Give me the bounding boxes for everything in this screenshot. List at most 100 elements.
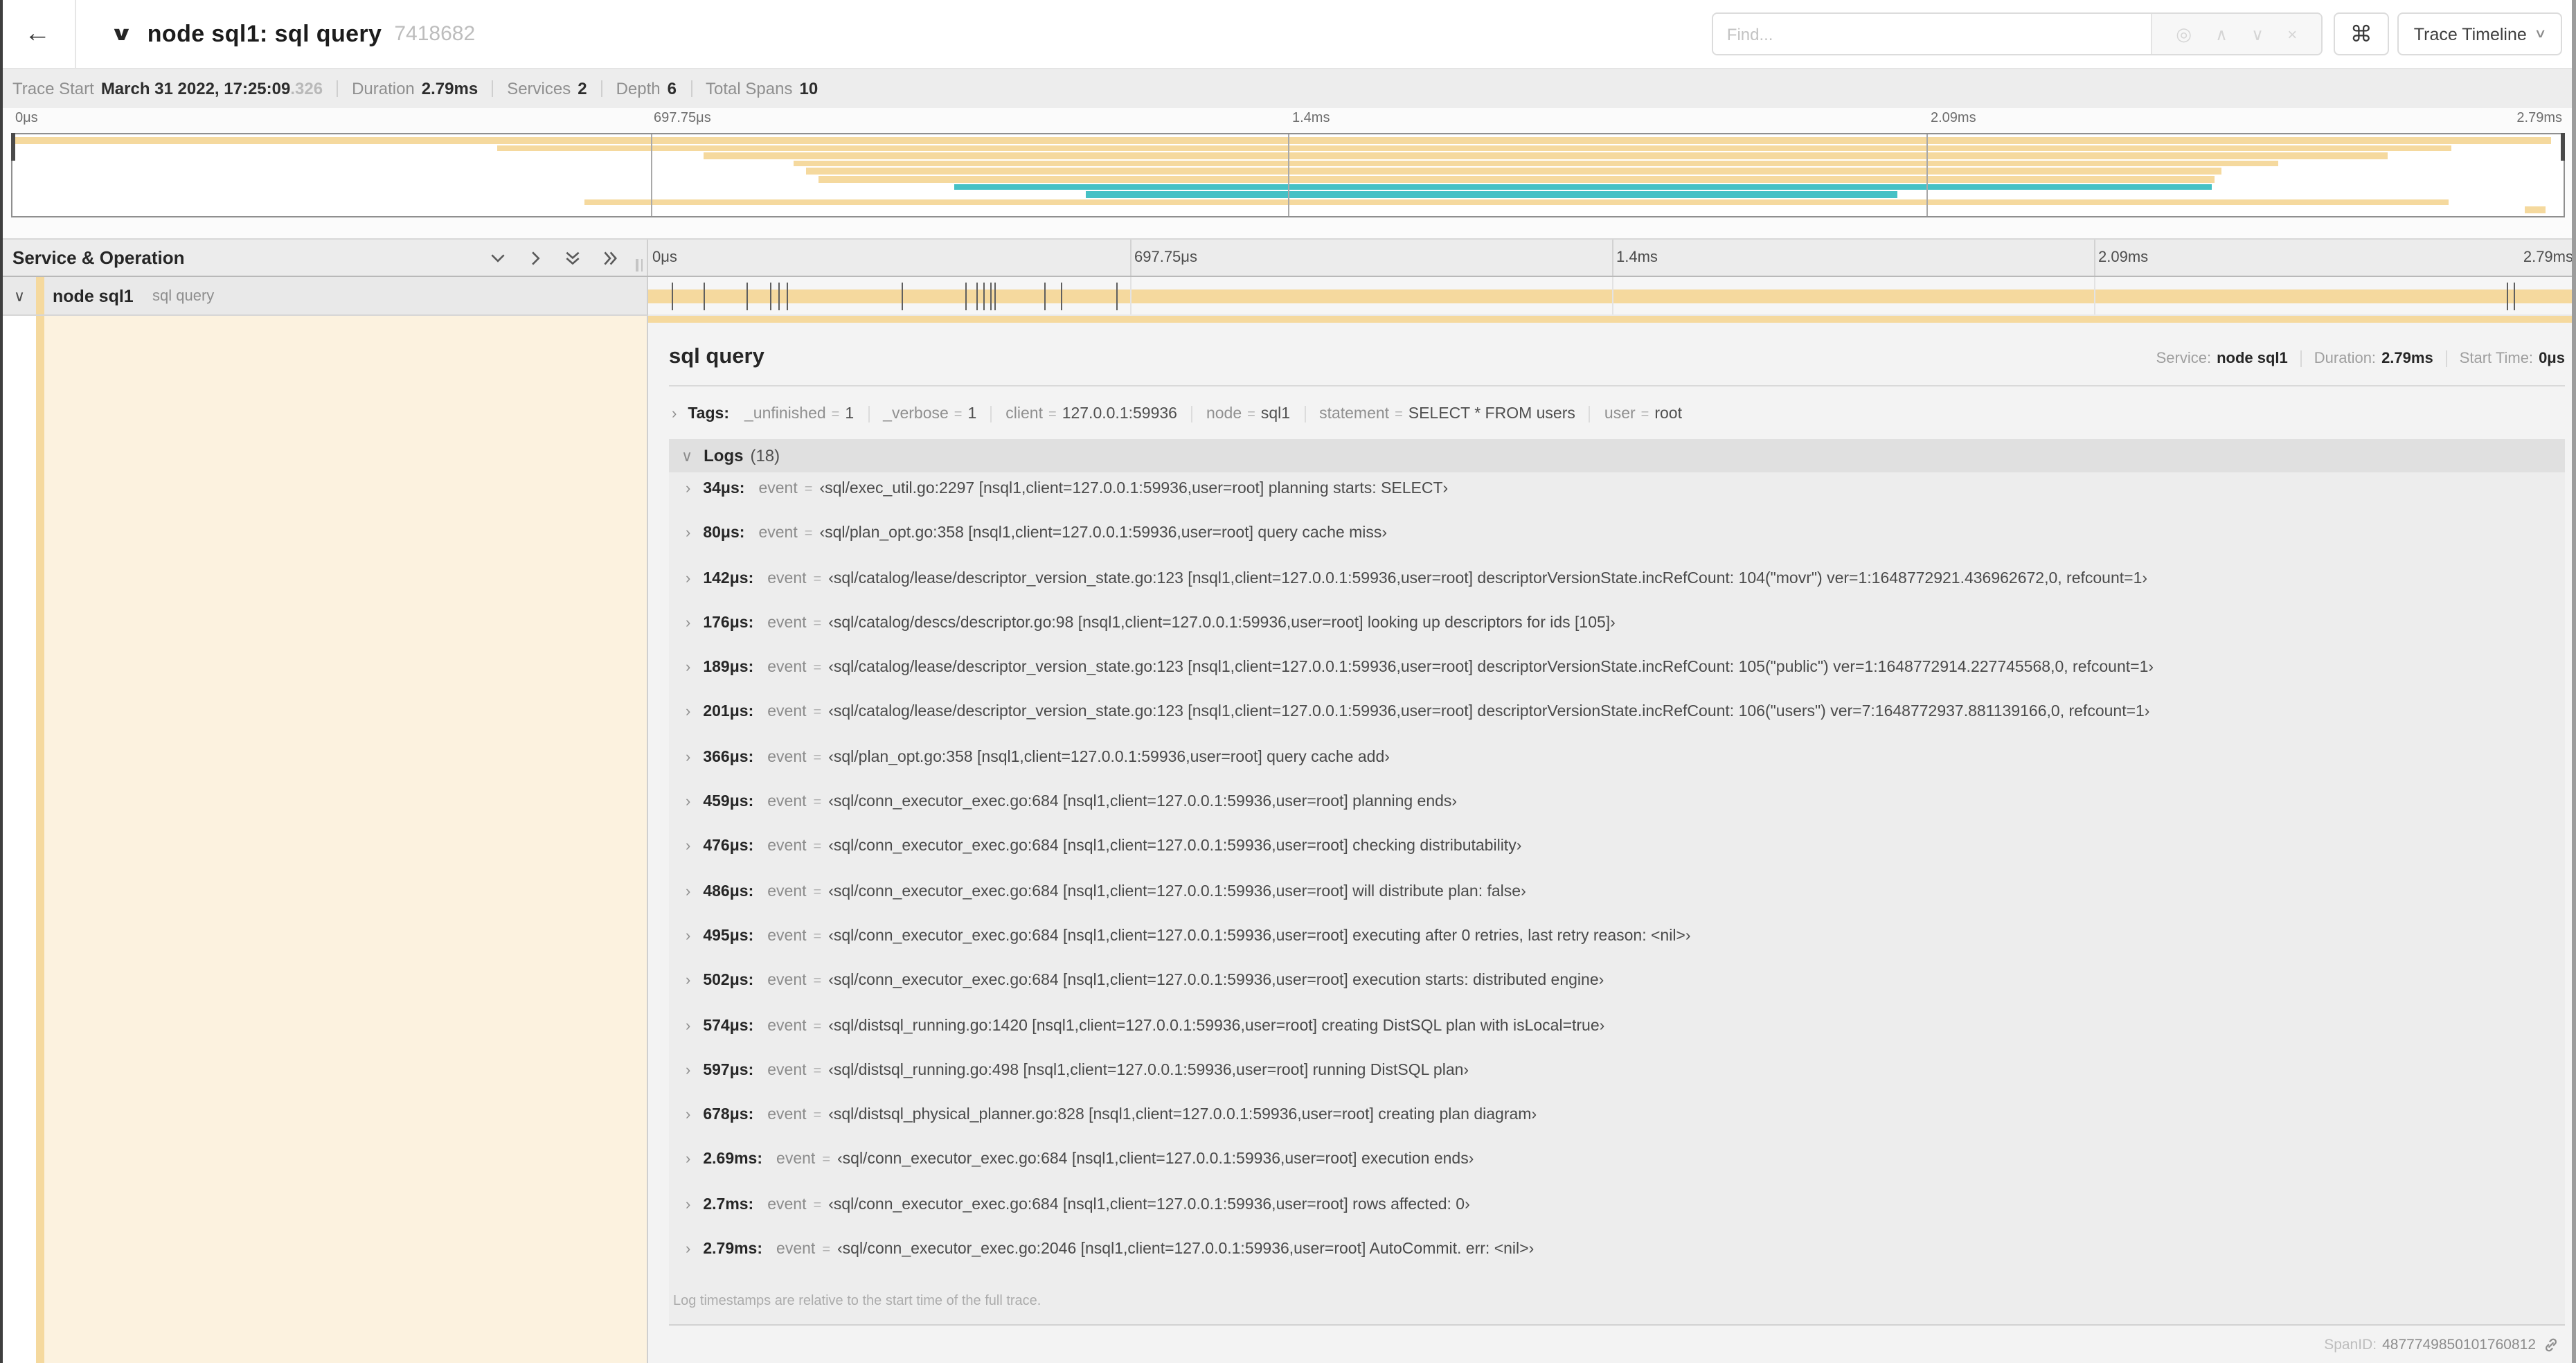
window-left-edge	[0, 0, 3, 1363]
chevron-right-icon: ›	[686, 525, 691, 542]
summary-divider	[600, 80, 602, 96]
column-resize-handle[interactable]	[636, 259, 643, 271]
span-name: sql query	[669, 345, 764, 368]
log-row[interactable]: › 502μs: event = ‹sql/conn_executor_exec.go:…	[669, 973, 2565, 1018]
expand-all-icon[interactable]	[601, 249, 619, 267]
log-timestamp: 201μs:	[703, 704, 754, 721]
log-row[interactable]: › 2.79ms: event = ‹sql/conn_executor_exec.go…	[669, 1241, 2565, 1286]
log-field-name: event	[758, 525, 798, 542]
collapse-one-icon[interactable]	[489, 249, 507, 267]
trace-title-group: ∨ node sql1: sql query 7418682	[109, 20, 476, 48]
log-marker	[746, 283, 748, 310]
log-timestamp: 2.69ms:	[703, 1151, 763, 1168]
log-timestamp: 176μs:	[703, 614, 754, 632]
overview-item: Start Time: 0μs	[2459, 350, 2565, 367]
timeline-tick: 2.09ms	[1931, 111, 1976, 126]
logs-body: › 34μs: event = ‹sql/exec_util.go:2297 [nsql…	[669, 472, 2565, 1326]
grid-line	[1288, 134, 1289, 216]
log-timestamp: 502μs:	[703, 972, 754, 990]
log-field-value: ‹sql/distsql_running.go:498 [nsql1,clien…	[828, 1062, 1469, 1079]
timeline-tick: 1.4ms	[1616, 249, 1658, 266]
log-row[interactable]: › 597μs: event = ‹sql/distsql_running.go:498…	[669, 1062, 2565, 1107]
log-row[interactable]: › 459μs: event = ‹sql/conn_executor_exec.go:…	[669, 794, 2565, 839]
log-row[interactable]: › 495μs: event = ‹sql/conn_executor_exec.go:…	[669, 928, 2565, 973]
command-icon: ⌘	[2350, 23, 2372, 46]
spanid-value: 4877749850101760812	[2382, 1337, 2536, 1353]
locate-icon[interactable]: ◎	[2176, 25, 2192, 43]
log-row[interactable]: › 176μs: event = ‹sql/catalog/descs/descript…	[669, 615, 2565, 660]
log-row[interactable]: › 34μs: event = ‹sql/exec_util.go:2297 [nsql…	[669, 481, 2565, 526]
next-match-icon[interactable]: ∨	[2251, 26, 2264, 42]
chevron-down-icon: ∨	[681, 448, 693, 465]
deep-link-icon[interactable]	[2543, 1337, 2559, 1353]
log-marker	[769, 283, 771, 310]
log-timestamp: 597μs:	[703, 1062, 754, 1079]
span-detail-content: sql query Service: node sql1 Duration: 2.79…	[669, 323, 2565, 1363]
minimap-ticks: 0μs 697.75μs 1.4ms 2.09ms 2.79ms	[11, 111, 2565, 132]
tags-toggle[interactable]: Tags:	[688, 406, 729, 422]
log-row[interactable]: › 80μs: event = ‹sql/plan_opt.go:358 [nsql1,…	[669, 526, 2565, 571]
log-row[interactable]: › 476μs: event = ‹sql/conn_executor_exec.go:…	[669, 839, 2565, 884]
log-field-name: event	[767, 927, 807, 945]
timeline-tick: 697.75μs	[654, 111, 711, 126]
chevron-right-icon[interactable]: ›	[672, 406, 677, 422]
span-tree-cell[interactable]: ∨ node sql1 sql query	[0, 277, 648, 316]
service-color-bar	[36, 277, 44, 314]
log-row[interactable]: › 2.69ms: event = ‹sql/conn_executor_exec.go…	[669, 1152, 2565, 1197]
chevron-right-icon: ›	[686, 927, 691, 945]
log-field-name: event	[758, 481, 798, 497]
minimap-span-bar	[793, 160, 2278, 167]
log-marker	[787, 283, 789, 310]
log-row[interactable]: › 201μs: event = ‹sql/catalog/lease/descript…	[669, 704, 2565, 749]
log-row[interactable]: › 486μs: event = ‹sql/conn_executor_exec.go:…	[669, 883, 2565, 928]
tree-controls	[489, 240, 619, 276]
summary-divider	[492, 80, 494, 96]
prev-match-icon[interactable]: ∧	[2215, 26, 2228, 42]
chevron-right-icon: ›	[686, 481, 691, 497]
chevron-right-icon: ›	[686, 972, 691, 990]
clear-find-icon[interactable]: ×	[2287, 26, 2297, 42]
overview-divider	[2445, 350, 2447, 367]
chevron-right-icon: ›	[686, 1017, 691, 1035]
log-timestamp: 142μs:	[703, 570, 754, 587]
log-field-value: ‹sql/catalog/lease/descriptor_version_st…	[828, 570, 2148, 587]
trace-view-dropdown[interactable]: Trace Timeline ∨	[2397, 12, 2562, 55]
tag-item: statement = SELECT * FROM users	[1319, 406, 1591, 422]
log-field-value: ‹sql/distsql_running.go:1420 [nsql1,clie…	[828, 1017, 1605, 1035]
service-operation-label: Service & Operation	[12, 247, 185, 268]
log-row[interactable]: › 366μs: event = ‹sql/plan_opt.go:358 [nsql1…	[669, 749, 2565, 794]
tags-accordion: › Tags: _unfinished = 1 _verbose = 1 client = 12…	[669, 406, 2565, 422]
log-field-value: ‹sql/plan_opt.go:358 [nsql1,client=127.0…	[819, 525, 1388, 542]
expand-one-icon[interactable]	[526, 249, 544, 267]
logs-accordion-header[interactable]: ∨ Logs (18)	[669, 439, 2565, 472]
row-chevron-down-icon[interactable]: ∨	[14, 287, 25, 305]
keyboard-shortcuts-button[interactable]: ⌘	[2333, 12, 2389, 55]
find-input[interactable]	[1712, 14, 2151, 54]
log-marker	[703, 283, 705, 310]
minimap-canvas[interactable]	[11, 133, 2565, 217]
span-detail-row: sql query Service: node sql1 Duration: 2.79…	[0, 316, 2576, 1363]
log-field-name: event	[767, 659, 807, 677]
log-timestamp: 2.7ms:	[703, 1196, 754, 1213]
collapse-trace-chevron-icon[interactable]: ∨	[109, 22, 133, 46]
minimap-left-scrubber[interactable]	[11, 133, 15, 161]
back-button[interactable]: ←	[0, 0, 76, 68]
service-color-bar	[36, 316, 44, 1363]
summary-item: Duration 2.79ms	[352, 78, 478, 98]
trace-id: 7418682	[394, 22, 476, 46]
summary-divider	[690, 80, 692, 96]
log-marker	[1116, 283, 1118, 310]
log-row[interactable]: › 678μs: event = ‹sql/distsql_physical_plann…	[669, 1107, 2565, 1152]
collapse-all-icon[interactable]	[564, 249, 582, 267]
log-row[interactable]: › 189μs: event = ‹sql/catalog/lease/descript…	[669, 659, 2565, 704]
log-row[interactable]: › 2.7ms: event = ‹sql/conn_executor_exec.go:…	[669, 1197, 2565, 1242]
timeline-minimap: 0μs 697.75μs 1.4ms 2.09ms 2.79ms	[0, 108, 2576, 238]
minimap-right-scrubber[interactable]	[2561, 133, 2565, 161]
chevron-right-icon: ›	[686, 614, 691, 632]
log-row[interactable]: › 574μs: event = ‹sql/distsql_running.go:142…	[669, 1017, 2565, 1062]
window-right-edge	[2572, 0, 2576, 1363]
log-field-name: event	[767, 614, 807, 632]
log-field-value: ‹sql/conn_executor_exec.go:684 [nsql1,cl…	[828, 1196, 1470, 1213]
timeline-tick: 697.75μs	[1134, 249, 1197, 266]
log-row[interactable]: › 142μs: event = ‹sql/catalog/lease/descript…	[669, 570, 2565, 615]
